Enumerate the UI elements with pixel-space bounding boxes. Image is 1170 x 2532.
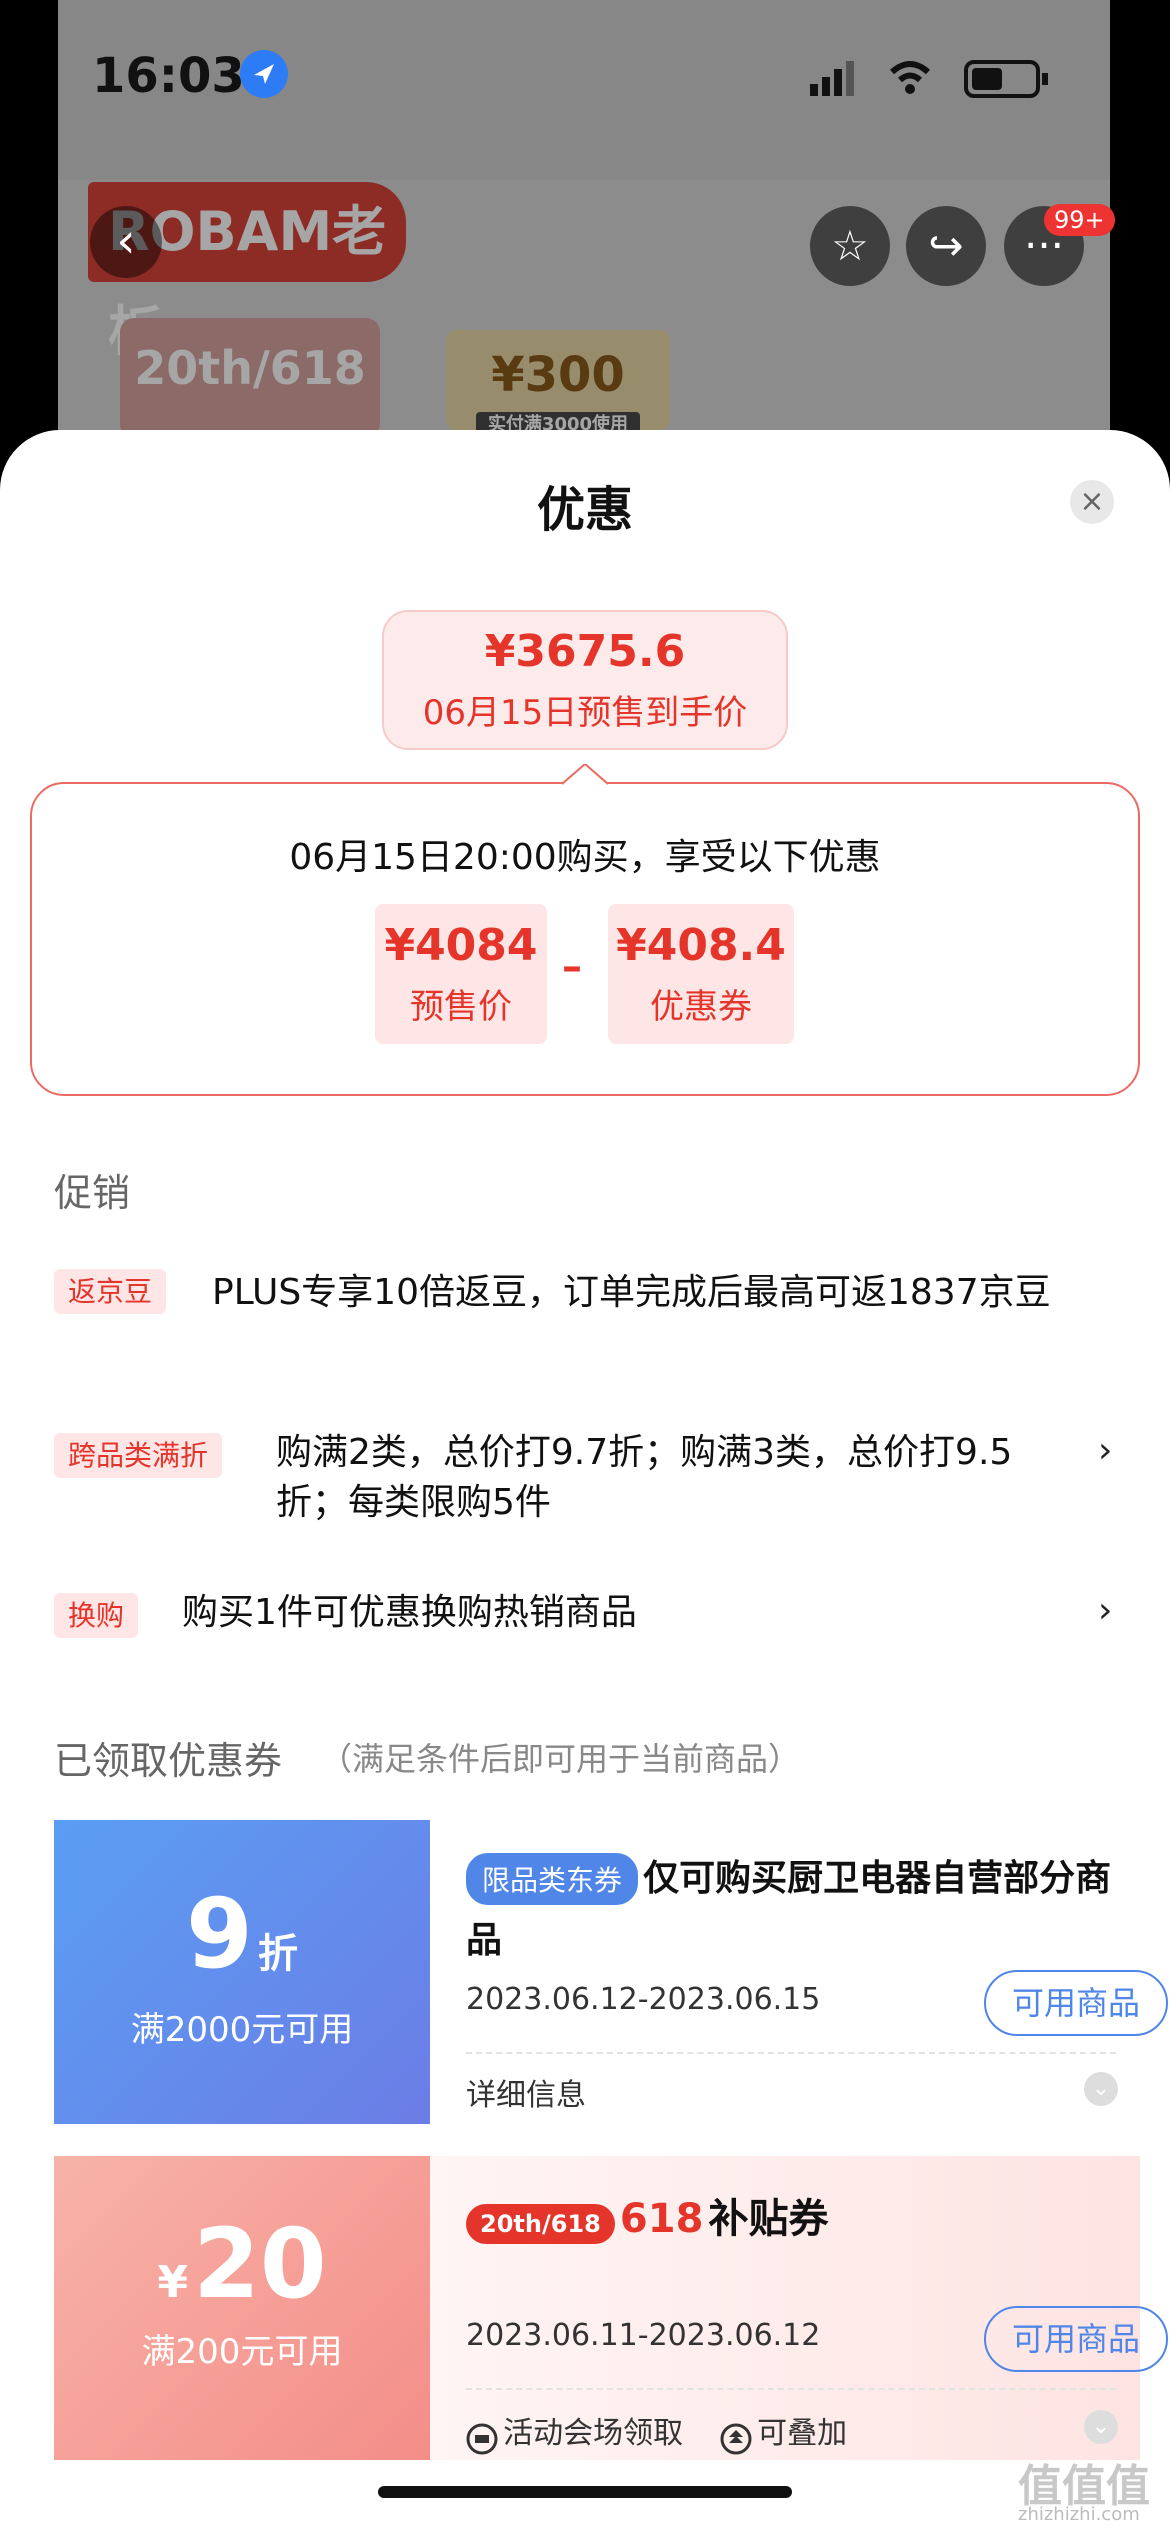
battery-icon xyxy=(964,60,1048,98)
coupon-condition: 满200元可用 xyxy=(141,2332,343,2372)
final-price-label: 06月15日预售到手价 xyxy=(422,693,748,733)
coupon-deduction-value: ¥408.4 xyxy=(616,920,786,971)
more-badge: 99+ xyxy=(1044,204,1115,236)
presale-price-label: 预售价 xyxy=(410,987,512,1027)
chevron-down-icon[interactable]: ⌄ xyxy=(1084,2072,1118,2106)
coupon-source-text: 活动会场领取 xyxy=(503,2416,684,2451)
coupon-condition: 满2000元可用 xyxy=(130,2010,354,2050)
available-products-button[interactable]: 可用商品 xyxy=(984,2306,1168,2372)
back-button[interactable]: ‹ xyxy=(90,206,162,278)
final-price-bubble: ¥3675.6 06月15日预售到手价 xyxy=(382,610,788,750)
coupon-date: 2023.06.11-2023.06.12 xyxy=(466,2318,821,2353)
claimed-coupons-hint: （满足条件后即可用于当前商品） xyxy=(320,1740,801,1778)
coupon-value-panel: ¥ 20 满200元可用 xyxy=(54,2156,430,2460)
coupon-title-prefix: 618 xyxy=(619,2196,704,2242)
coupon-date: 2023.06.12-2023.06.15 xyxy=(466,1982,821,2017)
coupon-value-panel: 9 折 满2000元可用 xyxy=(54,1820,430,2124)
sheet-title: 优惠 xyxy=(536,482,633,538)
minus-sign: – xyxy=(562,944,582,990)
coupon-title: 补贴券 xyxy=(708,2196,829,2242)
coupon-unit: 折 xyxy=(257,1931,298,1977)
promo-text[interactable]: 购买1件可优惠换购热销商品 xyxy=(182,1588,1062,1638)
claimed-coupons-title: 已领取优惠券 xyxy=(54,1739,283,1783)
favorite-button[interactable]: ☆ xyxy=(810,206,890,286)
coupon-details-link[interactable]: 详细信息 xyxy=(466,2070,586,2114)
promotions-title: 促销 xyxy=(54,1171,131,1215)
promo-item[interactable]: 换购 xyxy=(54,1593,139,1638)
divider xyxy=(466,2052,1116,2054)
coupon-card[interactable]: ¥ 20 满200元可用 20th/618 618 补贴券 2023.06.11… xyxy=(54,2156,1168,2460)
close-icon[interactable]: × xyxy=(1070,480,1114,524)
coupon-amount: 9 xyxy=(186,1878,253,1990)
wifi-icon xyxy=(890,61,930,94)
signal-icon xyxy=(810,61,854,96)
coupon-deduction-label: 优惠券 xyxy=(650,987,752,1027)
home-indicator[interactable] xyxy=(378,2486,792,2498)
ticket-icon xyxy=(466,2423,498,2454)
promo-item: 返京豆 xyxy=(54,1269,167,1314)
stack-icon xyxy=(720,2423,752,2454)
status-time: 16:03 xyxy=(92,48,245,104)
chevron-down-icon[interactable]: ⌄ xyxy=(1084,2410,1118,2444)
coupon-type-tag: 限品类东券 xyxy=(466,1853,639,1905)
coupon-card[interactable]: 9 折 满2000元可用 限品类东券 仅可购买厨卫电器自营部分商品 2023.0… xyxy=(54,1820,1168,2124)
coupon-currency: ¥ xyxy=(157,2257,188,2308)
share-button[interactable]: ↪ xyxy=(906,206,986,286)
promo-text: PLUS专享10倍返豆，订单完成后最高可返1837京豆 xyxy=(212,1272,1051,1313)
purchase-time-text: 06月15日20:00购买，享受以下优惠 xyxy=(289,837,881,878)
coupon-info: 限品类东券 仅可购买厨卫电器自营部分商品 2023.06.12-2023.06.… xyxy=(430,1820,1168,2124)
chevron-right-icon[interactable]: › xyxy=(1098,1590,1112,1631)
presale-price-value: ¥4084 xyxy=(384,920,538,971)
promo-tag: 返京豆 xyxy=(54,1269,167,1314)
divider xyxy=(466,2388,1116,2390)
618-badge: 20th/618 xyxy=(466,2204,615,2244)
final-price: ¥3675.6 xyxy=(484,626,686,677)
status-indicators xyxy=(810,58,1060,102)
promo-item[interactable]: 跨品类满折 xyxy=(54,1433,223,1478)
watermark-url: zhizhizhi.com xyxy=(1018,2504,1140,2525)
coupon-stackable: 可叠加 xyxy=(720,2408,847,2455)
available-products-button[interactable]: 可用商品 xyxy=(984,1970,1168,2036)
promo-text[interactable]: 购满2类，总价打9.7折；购满3类，总价打9.5折；每类限购5件 xyxy=(276,1428,1076,1528)
bubble-pointer xyxy=(562,764,608,785)
location-arrow-icon xyxy=(240,50,288,98)
promo-tag: 换购 xyxy=(54,1593,139,1638)
presale-price-card: ¥4084 预售价 xyxy=(375,904,547,1044)
chevron-right-icon[interactable]: › xyxy=(1098,1430,1112,1471)
promo-tag: 跨品类满折 xyxy=(54,1433,223,1478)
coupon-stackable-text: 可叠加 xyxy=(757,2416,848,2451)
coupon-source: 活动会场领取 xyxy=(466,2408,683,2455)
coupon-deduction-card: ¥408.4 优惠券 xyxy=(608,904,794,1044)
coupon-title-block: 限品类东券 仅可购买厨卫电器自营部分商品 xyxy=(466,1848,1116,1972)
coupon-title-block: 20th/618 618 补贴券 xyxy=(466,2186,829,2244)
coupon-info: 20th/618 618 补贴券 2023.06.11-2023.06.12 可… xyxy=(430,2156,1168,2460)
coupon-amount: 20 xyxy=(193,2208,327,2320)
